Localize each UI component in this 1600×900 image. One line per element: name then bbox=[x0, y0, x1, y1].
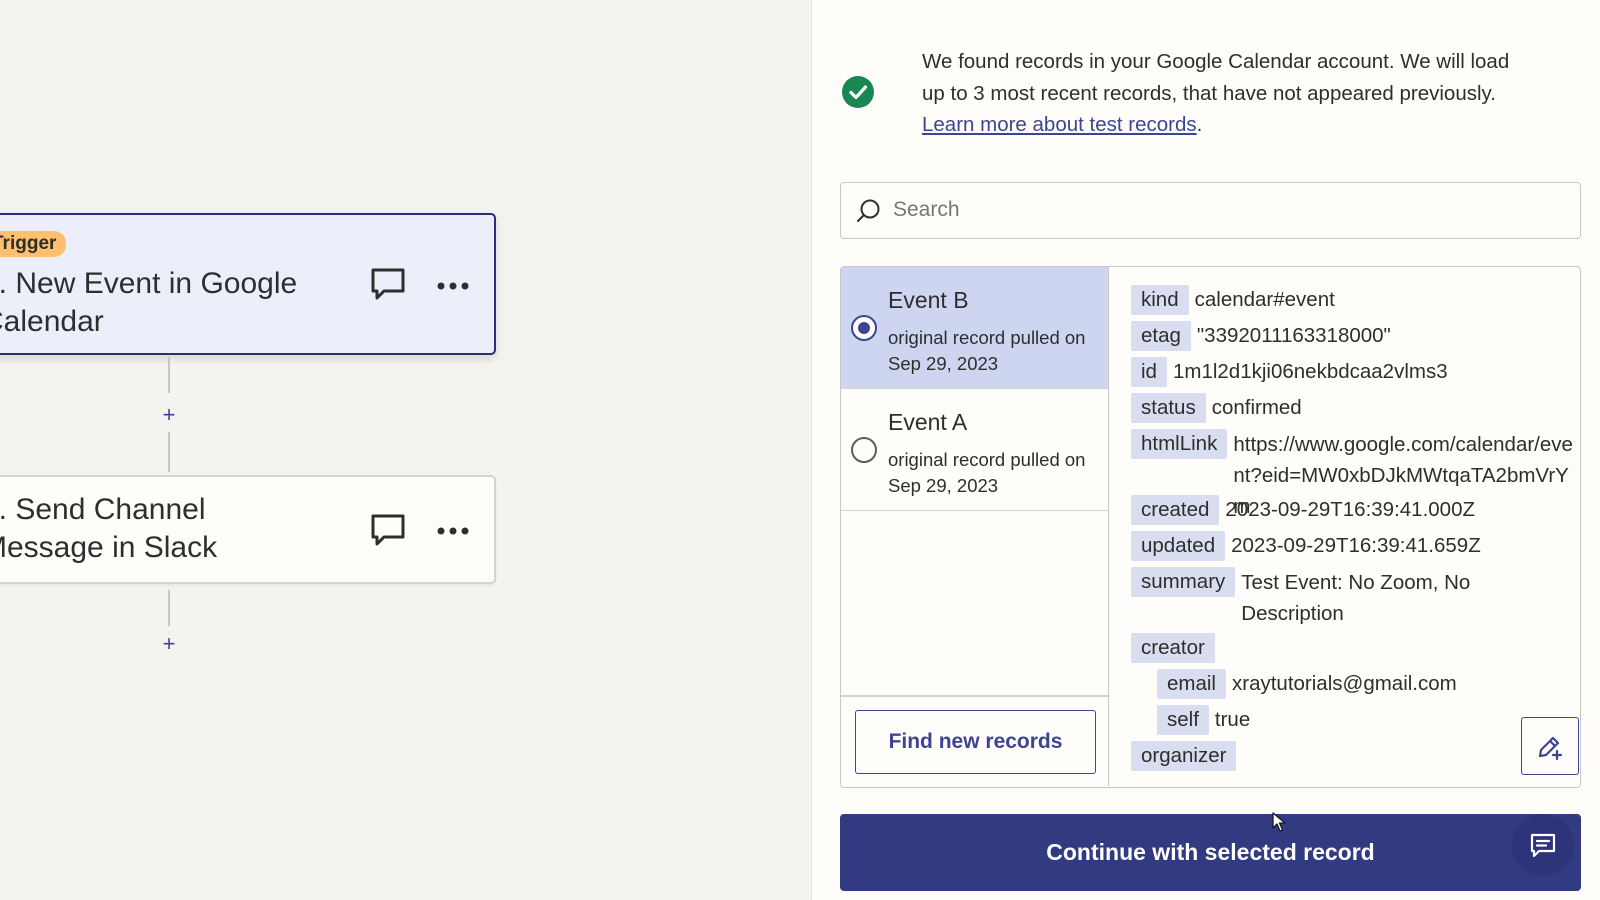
notice-message: We found records in your Google Calendar… bbox=[922, 50, 1510, 105]
field-key: kind bbox=[1131, 285, 1189, 315]
more-dots-icon[interactable] bbox=[436, 526, 470, 536]
field-value: 2023-09-29T16:39:41.659Z bbox=[1231, 534, 1481, 557]
search-box[interactable] bbox=[840, 182, 1581, 239]
radio-unselected-icon[interactable] bbox=[851, 437, 877, 463]
field-key: etag bbox=[1131, 321, 1191, 351]
field-creator: creator bbox=[1131, 633, 1221, 663]
step-connector bbox=[168, 432, 170, 472]
record-subtitle: original record pulled on Sep 29, 2023 bbox=[888, 327, 1086, 374]
record-name: Event A bbox=[888, 409, 968, 435]
notice-text: We found records in your Google Calendar… bbox=[922, 46, 1522, 141]
test-panel: We found records in your Google Calendar… bbox=[812, 0, 1600, 900]
record-list: Event B original record pulled on Sep 29… bbox=[841, 267, 1109, 786]
field-value: confirmed bbox=[1211, 396, 1302, 419]
step-connector bbox=[168, 590, 170, 626]
field-id: id 1m1l2d1kji06nekbdcaa2vlms3 bbox=[1131, 357, 1448, 387]
search-icon bbox=[857, 199, 880, 222]
record-detail[interactable]: kind calendar#event etag "3392011163318000… bbox=[1111, 267, 1580, 786]
step-connector bbox=[168, 357, 170, 393]
record-item-event-b[interactable]: Event B original record pulled on Sep 29… bbox=[841, 267, 1108, 389]
edit-pencil-icon bbox=[1538, 736, 1563, 760]
add-step-button[interactable]: + bbox=[160, 633, 178, 655]
edit-record-button[interactable] bbox=[1521, 717, 1579, 775]
learn-more-link[interactable]: Learn more about test records bbox=[922, 113, 1197, 136]
field-value: xraytutorials@gmail.com bbox=[1232, 672, 1457, 695]
trigger-step-title: 1. New Event in Google Calendar bbox=[0, 267, 298, 338]
field-key: updated bbox=[1131, 531, 1226, 561]
comment-icon[interactable] bbox=[370, 513, 406, 547]
field-key: htmlLink bbox=[1131, 429, 1228, 459]
comment-icon[interactable] bbox=[370, 267, 406, 301]
field-updated: updated 2023-09-29T16:39:41.659Z bbox=[1131, 531, 1481, 561]
record-subtitle: original record pulled on Sep 29, 2023 bbox=[888, 449, 1086, 496]
chat-button[interactable] bbox=[1512, 814, 1574, 876]
field-etag: etag "3392011163318000" bbox=[1131, 321, 1391, 351]
notice-period: . bbox=[1196, 113, 1203, 136]
field-key: id bbox=[1131, 357, 1167, 387]
field-creator-self: self true bbox=[1157, 705, 1250, 735]
field-value: true bbox=[1214, 708, 1251, 731]
field-key: creator bbox=[1131, 633, 1215, 663]
mouse-cursor-icon bbox=[1272, 812, 1286, 832]
add-step-button[interactable]: + bbox=[160, 404, 178, 426]
chat-icon bbox=[1530, 833, 1556, 858]
action-step-card[interactable]: 2. Send Channel Message in Slack bbox=[0, 475, 496, 584]
search-input[interactable] bbox=[893, 183, 1553, 237]
field-key: status bbox=[1131, 393, 1206, 423]
field-organizer: organizer bbox=[1131, 741, 1242, 771]
field-value: "3392011163318000" bbox=[1196, 324, 1391, 347]
field-value: Test Event: No Zoom, No Description bbox=[1241, 571, 1471, 625]
field-key: self bbox=[1157, 705, 1209, 735]
continue-with-selected-record-button[interactable]: Continue with selected record bbox=[840, 814, 1581, 891]
field-key: created bbox=[1131, 495, 1220, 525]
more-dots-icon[interactable] bbox=[436, 281, 470, 291]
radio-selected-icon[interactable] bbox=[851, 315, 877, 341]
field-summary: summary Test Event: No Zoom, No Descripti… bbox=[1131, 567, 1491, 629]
action-step-title: 2. Send Channel Message in Slack bbox=[0, 493, 218, 564]
find-new-records-button[interactable]: Find new records bbox=[855, 710, 1096, 774]
field-key: summary bbox=[1131, 567, 1236, 597]
records-browser: Event B original record pulled on Sep 29… bbox=[840, 266, 1581, 788]
field-value: calendar#event bbox=[1194, 288, 1335, 311]
record-item-event-a[interactable]: Event A original record pulled on Sep 29… bbox=[841, 389, 1108, 511]
trigger-step-card[interactable]: Trigger 1. New Event in Google Calendar bbox=[0, 213, 496, 355]
check-circle-icon bbox=[842, 76, 874, 108]
field-kind: kind calendar#event bbox=[1131, 285, 1335, 315]
field-key: email bbox=[1157, 669, 1226, 699]
divider bbox=[841, 695, 1108, 697]
field-value: 2023-09-29T16:39:41.000Z bbox=[1225, 498, 1475, 521]
field-key: organizer bbox=[1131, 741, 1237, 771]
field-creator-email: email xraytutorials@gmail.com bbox=[1157, 669, 1457, 699]
zap-canvas[interactable]: Trigger 1. New Event in Google Calendar … bbox=[0, 0, 812, 900]
field-value: 1m1l2d1kji06nekbdcaa2vlms3 bbox=[1172, 360, 1448, 383]
field-status: status confirmed bbox=[1131, 393, 1302, 423]
field-created: created 2023-09-29T16:39:41.000Z bbox=[1131, 495, 1475, 525]
record-name: Event B bbox=[888, 287, 969, 313]
trigger-badge: Trigger bbox=[0, 231, 67, 257]
